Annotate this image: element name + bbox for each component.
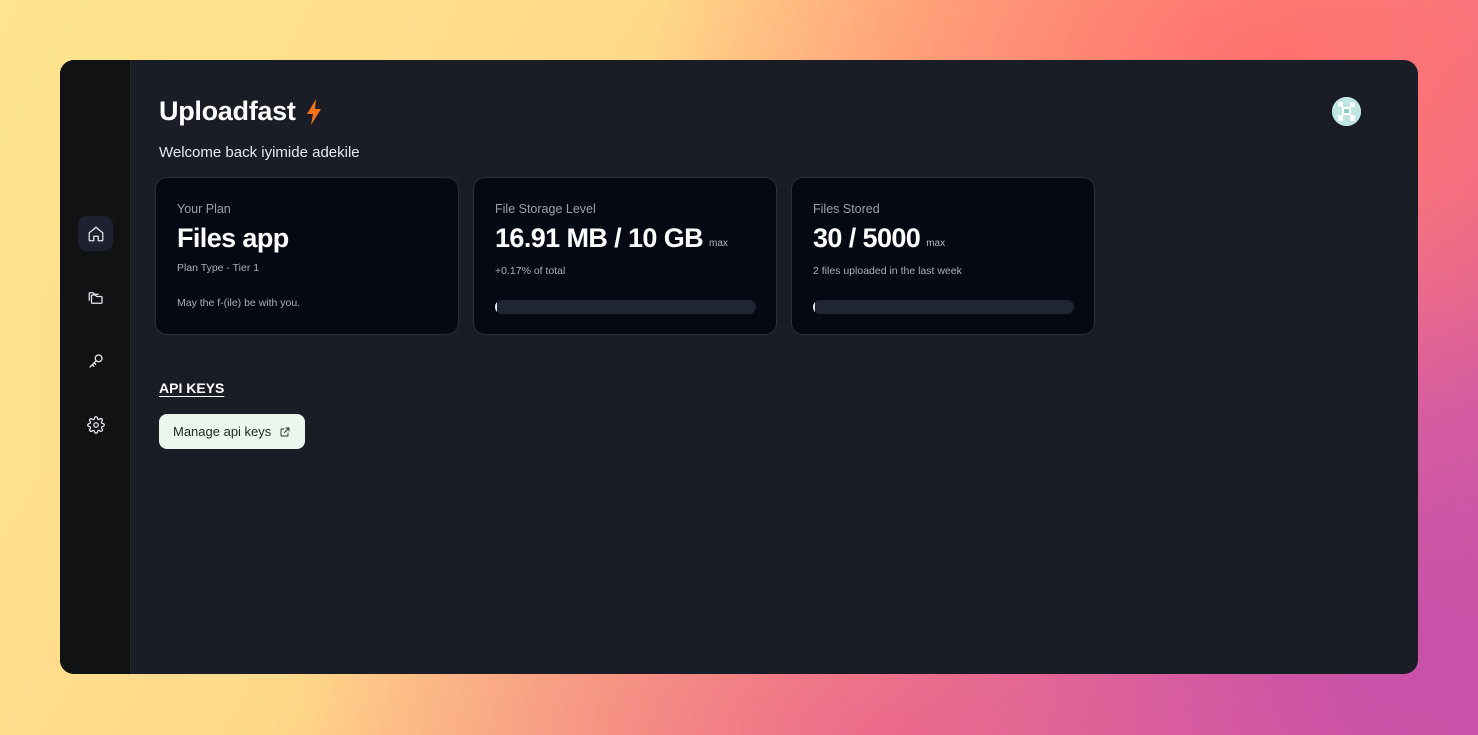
files-count: 30 / 5000	[813, 223, 921, 253]
avatar[interactable]	[1332, 97, 1361, 126]
storage-amount: 16.91 MB / 10 GB	[495, 223, 704, 253]
sidebar-item-api-keys[interactable]	[78, 343, 113, 378]
storage-progress-fill	[495, 300, 497, 314]
sidebar-item-files[interactable]	[78, 280, 113, 315]
files-recent: 2 files uploaded in the last week	[813, 265, 962, 277]
sidebar	[60, 60, 131, 674]
app-title: Uploadfast	[159, 96, 296, 126]
files-card: Files Stored 30 / 5000 max 2 files upload…	[791, 177, 1095, 335]
folders-icon	[88, 291, 103, 304]
sidebar-item-home[interactable]	[78, 216, 113, 251]
api-keys-heading: API KEYS	[159, 380, 225, 396]
home-icon	[88, 226, 103, 241]
app-window: Uploadfast Welcome back iyimide adekile …	[60, 60, 1418, 674]
avatar-pattern-icon	[1332, 97, 1361, 126]
gear-icon	[86, 415, 105, 434]
welcome-message: Welcome back iyimide adekile	[159, 144, 360, 161]
plan-label: Your Plan	[177, 202, 231, 216]
manage-api-keys-label: Manage api keys	[173, 424, 272, 439]
plan-type: Plan Type - Tier 1	[177, 262, 260, 274]
files-progress-bar	[813, 300, 1074, 314]
storage-card: File Storage Level 16.91 MB / 10 GB max +…	[473, 177, 777, 335]
storage-percent: +0.17% of total	[495, 265, 566, 277]
lightning-bolt-icon	[306, 98, 321, 125]
plan-value: Files app	[177, 223, 289, 253]
sidebar-item-settings[interactable]	[78, 407, 113, 442]
key-icon	[88, 353, 103, 368]
storage-value: 16.91 MB / 10 GB max	[495, 223, 728, 254]
storage-progress-bar	[495, 300, 756, 314]
manage-api-keys-button[interactable]: Manage api keys	[159, 414, 306, 449]
files-max-label: max	[926, 238, 946, 249]
files-progress-fill	[813, 300, 815, 314]
external-link-icon	[280, 427, 290, 436]
storage-max-label: max	[709, 238, 728, 249]
brand-logo[interactable]: Uploadfast	[159, 96, 324, 127]
files-label: Files Stored	[813, 202, 880, 216]
plan-card: Your Plan Files app Plan Type - Tier 1 M…	[155, 177, 459, 335]
plan-motto: May the f-(ile) be with you.	[177, 297, 301, 309]
files-value: 30 / 5000 max	[813, 223, 945, 254]
storage-label: File Storage Level	[495, 202, 596, 216]
